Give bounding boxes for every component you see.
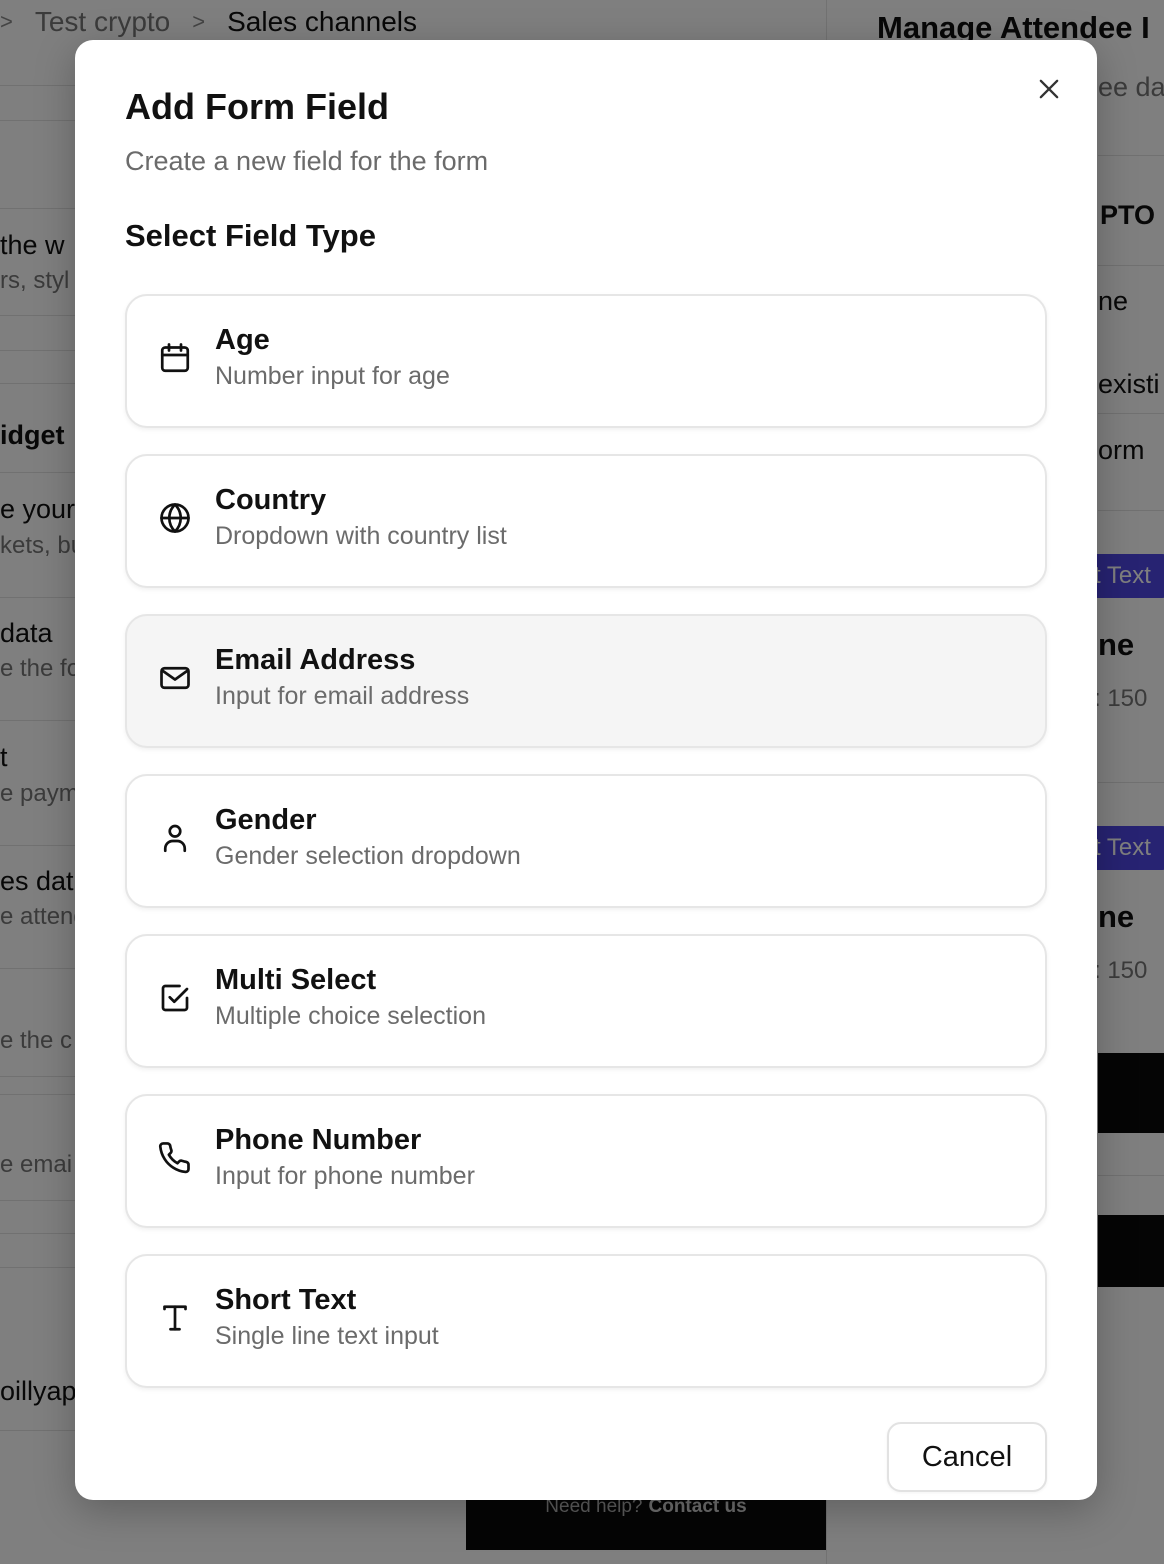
option-label: Email Address [215, 644, 416, 676]
mail-icon [160, 666, 190, 690]
field-type-option-gender[interactable]: Gender Gender selection dropdown [125, 774, 1047, 908]
dialog-title: Add Form Field [125, 86, 389, 127]
option-description: Number input for age [215, 362, 450, 390]
option-description: Dropdown with country list [215, 522, 507, 550]
close-icon [1039, 79, 1059, 99]
option-label: Gender [215, 804, 317, 836]
option-description: Input for phone number [215, 1162, 475, 1190]
calendar-icon [160, 343, 190, 373]
option-label: Age [215, 324, 270, 356]
close-button[interactable] [1035, 75, 1063, 103]
field-type-option-short-text[interactable]: Short Text Single line text input [125, 1254, 1047, 1388]
dialog-subtitle: Create a new field for the form [125, 146, 489, 176]
option-description: Gender selection dropdown [215, 842, 521, 870]
option-description: Input for email address [215, 682, 470, 710]
add-form-field-dialog: Add Form Field Create a new field for th… [75, 40, 1097, 1500]
checkbox-icon [161, 984, 189, 1012]
field-type-option-country[interactable]: Country Dropdown with country list [125, 454, 1047, 588]
option-label: Phone Number [215, 1124, 422, 1156]
user-icon [163, 824, 187, 853]
option-description: Single line text input [215, 1322, 439, 1350]
option-label: Short Text [215, 1284, 357, 1316]
option-label: Multi Select [215, 964, 377, 996]
option-label: Country [215, 484, 327, 516]
option-description: Multiple choice selection [215, 1002, 486, 1030]
field-type-option-age[interactable]: Age Number input for age [125, 294, 1047, 428]
field-type-option-phone[interactable]: Phone Number Input for phone number [125, 1094, 1047, 1228]
globe-icon [160, 503, 190, 533]
text-icon [163, 1305, 187, 1331]
section-title: Select Field Type [125, 218, 376, 253]
field-type-option-multi-select[interactable]: Multi Select Multiple choice selection [125, 934, 1047, 1068]
field-type-option-email[interactable]: Email Address Input for email address [125, 614, 1047, 748]
cancel-button[interactable]: Cancel [887, 1422, 1047, 1492]
phone-icon [158, 1142, 190, 1174]
